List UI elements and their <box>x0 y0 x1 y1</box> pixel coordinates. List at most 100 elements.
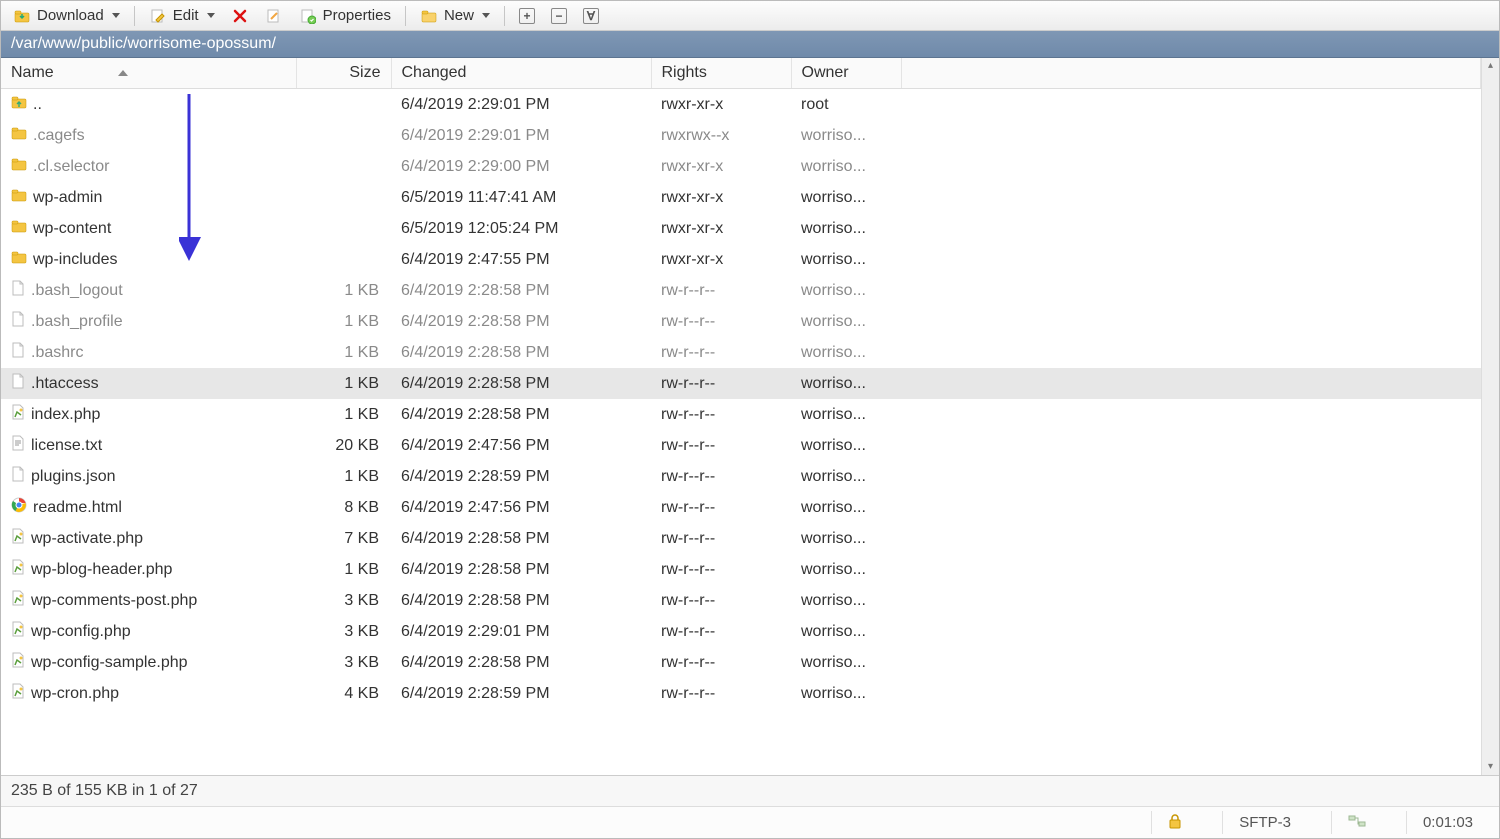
properties-label: Properties <box>323 7 391 24</box>
file-name-cell[interactable]: wp-cron.php <box>1 678 296 709</box>
file-name-cell[interactable]: wp-includes <box>1 244 296 275</box>
delete-button[interactable] <box>225 5 255 27</box>
file-owner-cell: worriso... <box>791 678 901 709</box>
table-row[interactable]: plugins.json1 KB6/4/2019 2:28:59 PMrw-r-… <box>1 461 1481 492</box>
column-header-extra <box>901 58 1481 89</box>
table-row[interactable]: license.txt20 KB6/4/2019 2:47:56 PMrw-r-… <box>1 430 1481 461</box>
column-header-owner[interactable]: Owner <box>791 58 901 89</box>
column-header-changed[interactable]: Changed <box>391 58 651 89</box>
column-header-size[interactable]: Size <box>296 58 391 89</box>
file-size-cell <box>296 120 391 151</box>
path-bar[interactable]: /var/www/public/worrisome-opossum/ <box>1 31 1499 58</box>
folder-icon <box>11 156 27 177</box>
new-button[interactable]: New <box>414 5 496 27</box>
file-extra-cell <box>901 399 1481 430</box>
file-changed-cell: 6/4/2019 2:29:01 PM <box>391 616 651 647</box>
file-rights-cell: rwxr-xr-x <box>651 213 791 244</box>
table-row[interactable]: wp-config-sample.php3 KB6/4/2019 2:28:58… <box>1 647 1481 678</box>
file-size-cell: 3 KB <box>296 585 391 616</box>
file-name-cell[interactable]: plugins.json <box>1 461 296 492</box>
table-row[interactable]: wp-blog-header.php1 KB6/4/2019 2:28:58 P… <box>1 554 1481 585</box>
table-row[interactable]: .cl.selector6/4/2019 2:29:00 PMrwxr-xr-x… <box>1 151 1481 182</box>
file-owner-cell: worriso... <box>791 461 901 492</box>
file-name-label: .bashrc <box>31 344 83 362</box>
rename-button[interactable] <box>259 5 289 27</box>
table-row[interactable]: readme.html8 KB6/4/2019 2:47:56 PMrw-r--… <box>1 492 1481 523</box>
table-row[interactable]: .bashrc1 KB6/4/2019 2:28:58 PMrw-r--r--w… <box>1 337 1481 368</box>
file-owner-cell: worriso... <box>791 151 901 182</box>
file-size-cell: 1 KB <box>296 337 391 368</box>
table-row[interactable]: .cagefs6/4/2019 2:29:01 PMrwxrwx--xworri… <box>1 120 1481 151</box>
file-rights-cell: rw-r--r-- <box>651 306 791 337</box>
file-name-cell[interactable]: wp-admin <box>1 182 296 213</box>
column-header-rights[interactable]: Rights <box>651 58 791 89</box>
file-name-cell[interactable]: .bashrc <box>1 337 296 368</box>
table-row[interactable]: .bash_logout1 KB6/4/2019 2:28:58 PMrw-r-… <box>1 275 1481 306</box>
table-row[interactable]: wp-activate.php7 KB6/4/2019 2:28:58 PMrw… <box>1 523 1481 554</box>
folder-icon <box>11 125 27 146</box>
col-size-label: Size <box>349 64 380 81</box>
file-name-label: wp-config.php <box>31 623 131 641</box>
chevron-down-icon <box>482 13 490 18</box>
file-size-cell <box>296 244 391 275</box>
table-row[interactable]: wp-admin6/5/2019 11:47:41 AMrwxr-xr-xwor… <box>1 182 1481 213</box>
table-row[interactable]: wp-cron.php4 KB6/4/2019 2:28:59 PMrw-r--… <box>1 678 1481 709</box>
edit-button[interactable]: Edit <box>143 5 221 27</box>
file-size-cell <box>296 151 391 182</box>
select-all-button[interactable]: ∀ <box>577 6 605 26</box>
file-name-cell[interactable]: license.txt <box>1 430 296 461</box>
file-rights-cell: rw-r--r-- <box>651 647 791 678</box>
table-row[interactable]: .bash_profile1 KB6/4/2019 2:28:58 PMrw-r… <box>1 306 1481 337</box>
table-row[interactable]: .htaccess1 KB6/4/2019 2:28:58 PMrw-r--r-… <box>1 368 1481 399</box>
table-row[interactable]: ..6/4/2019 2:29:01 PMrwxr-xr-xroot <box>1 89 1481 121</box>
collapse-button[interactable]: − <box>545 6 573 26</box>
file-owner-cell: worriso... <box>791 616 901 647</box>
expand-button[interactable]: + <box>513 6 541 26</box>
file-extra-cell <box>901 368 1481 399</box>
file-name-cell[interactable]: .cagefs <box>1 120 296 151</box>
file-changed-cell: 6/4/2019 2:28:58 PM <box>391 337 651 368</box>
file-name-label: wp-config-sample.php <box>31 654 188 672</box>
table-row[interactable]: index.php1 KB6/4/2019 2:28:58 PMrw-r--r-… <box>1 399 1481 430</box>
toolbar-separator <box>504 6 505 26</box>
file-name-cell[interactable]: .cl.selector <box>1 151 296 182</box>
file-name-label: .htaccess <box>31 375 99 393</box>
file-name-cell[interactable]: wp-comments-post.php <box>1 585 296 616</box>
rename-icon <box>265 7 283 25</box>
edit-icon <box>149 7 167 25</box>
download-button[interactable]: Download <box>7 5 126 27</box>
vertical-scrollbar[interactable]: ▴ ▾ <box>1481 58 1499 775</box>
file-name-cell[interactable]: wp-activate.php <box>1 523 296 554</box>
table-row[interactable]: wp-includes6/4/2019 2:47:55 PMrwxr-xr-xw… <box>1 244 1481 275</box>
file-name-cell[interactable]: .htaccess <box>1 368 296 399</box>
file-name-cell[interactable]: .bash_profile <box>1 306 296 337</box>
file-owner-cell: worriso... <box>791 492 901 523</box>
file-owner-cell: worriso... <box>791 554 901 585</box>
file-name-cell[interactable]: wp-blog-header.php <box>1 554 296 585</box>
file-name-cell[interactable]: wp-content <box>1 213 296 244</box>
file-rights-cell: rw-r--r-- <box>651 399 791 430</box>
elapsed-label: 0:01:03 <box>1423 814 1473 831</box>
table-row[interactable]: wp-comments-post.php3 KB6/4/2019 2:28:58… <box>1 585 1481 616</box>
table-row[interactable]: wp-content6/5/2019 12:05:24 PMrwxr-xr-xw… <box>1 213 1481 244</box>
file-list: Name Size Changed Rights Owner ..6/4/201… <box>1 58 1499 775</box>
file-name-label: index.php <box>31 406 100 424</box>
table-row[interactable]: wp-config.php3 KB6/4/2019 2:29:01 PMrw-r… <box>1 616 1481 647</box>
file-rights-cell: rwxr-xr-x <box>651 89 791 121</box>
file-size-cell <box>296 89 391 121</box>
file-name-cell[interactable]: wp-config.php <box>1 616 296 647</box>
properties-button[interactable]: Properties <box>293 5 397 27</box>
file-owner-cell: worriso... <box>791 306 901 337</box>
file-name-cell[interactable]: wp-config-sample.php <box>1 647 296 678</box>
new-label: New <box>444 7 474 24</box>
col-owner-label: Owner <box>802 64 849 81</box>
file-extra-cell <box>901 306 1481 337</box>
file-name-cell[interactable]: readme.html <box>1 492 296 523</box>
file-name-cell[interactable]: .bash_logout <box>1 275 296 306</box>
file-icon <box>11 342 25 363</box>
file-name-label: .bash_profile <box>31 313 123 331</box>
file-name-cell[interactable]: index.php <box>1 399 296 430</box>
file-name-label: .bash_logout <box>31 282 123 300</box>
file-name-cell[interactable]: .. <box>1 89 296 120</box>
column-header-name[interactable]: Name <box>1 58 296 89</box>
